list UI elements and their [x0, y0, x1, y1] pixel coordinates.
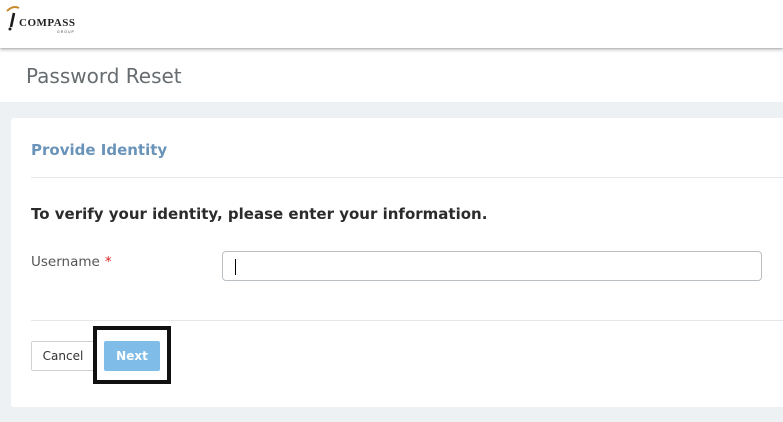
logo-subtext: GROUP	[57, 30, 75, 34]
cancel-button[interactable]: Cancel	[31, 341, 95, 371]
card-title: Provide Identity	[31, 141, 168, 159]
username-input[interactable]	[222, 251, 762, 281]
form-footer-divider	[31, 320, 783, 321]
username-label-text: Username	[31, 254, 100, 270]
identity-card: Provide Identity To verify your identity…	[11, 118, 783, 407]
card-header-divider	[31, 177, 783, 178]
page-title: Password Reset	[26, 64, 182, 88]
logo-wordmark: COMPASS	[19, 17, 76, 29]
required-marker: *	[104, 254, 112, 270]
text-caret	[235, 259, 236, 275]
next-button[interactable]: Next	[104, 341, 160, 371]
username-label: Username *	[31, 254, 112, 270]
compass-logo[interactable]: COMPASS GROUP	[5, 5, 90, 37]
instruction-text: To verify your identity, please enter yo…	[31, 205, 488, 223]
top-bar: COMPASS GROUP	[0, 0, 783, 48]
